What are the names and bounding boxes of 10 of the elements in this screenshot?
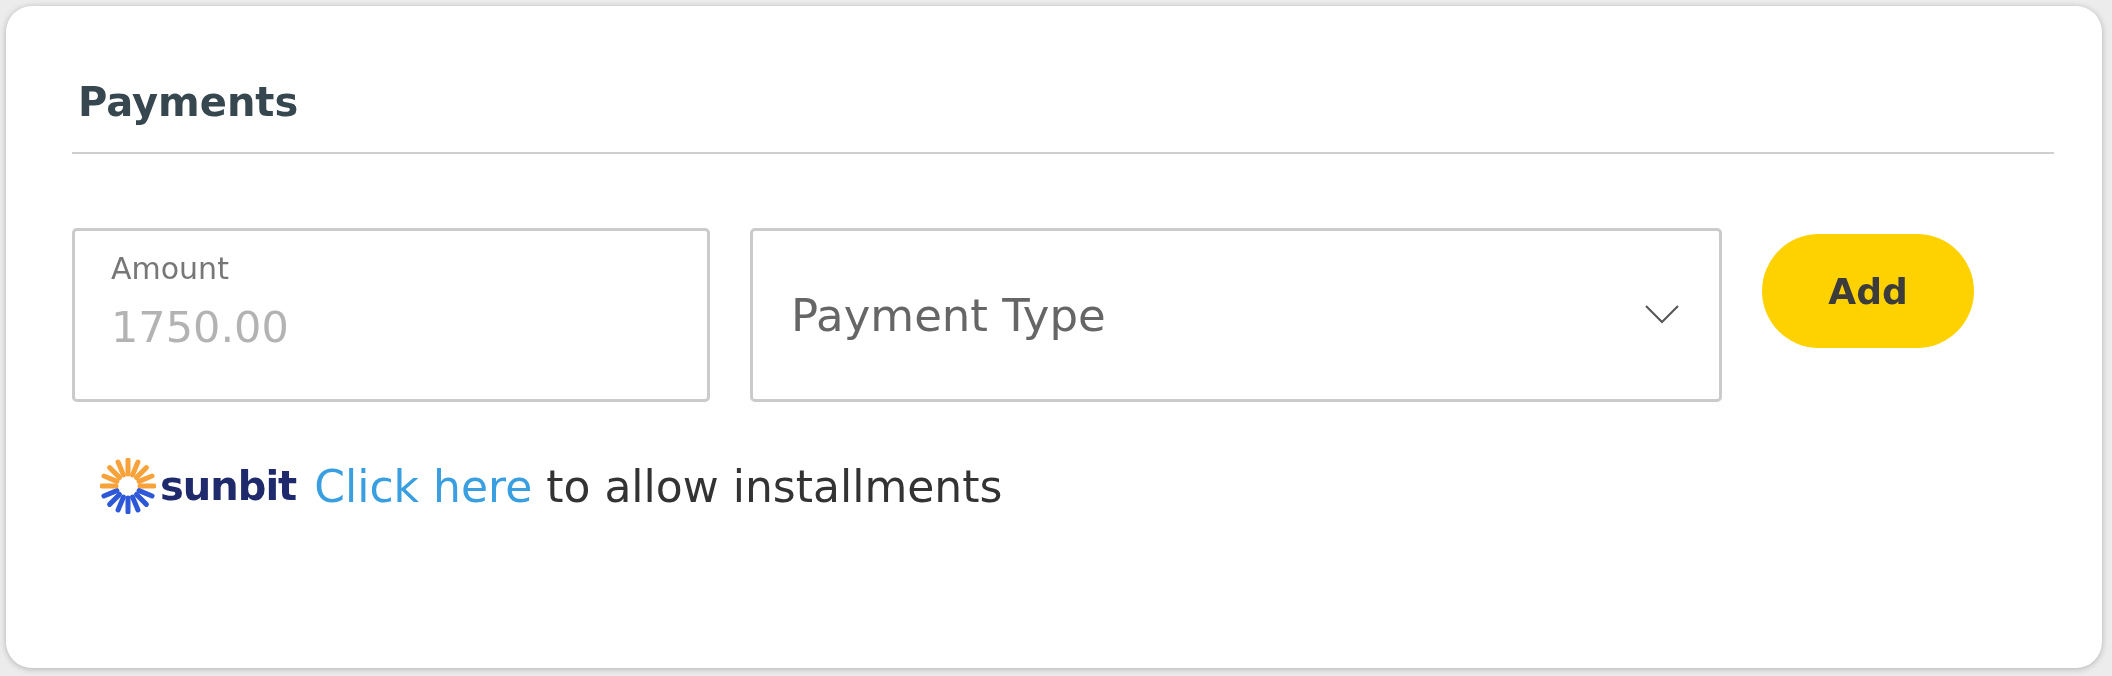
amount-input[interactable]: 1750.00 xyxy=(111,302,671,352)
brand-logo: sunbit xyxy=(160,463,297,509)
installments-text: Click here to allow installments xyxy=(314,460,1003,512)
add-button[interactable]: Add xyxy=(1762,234,1974,348)
click-here-link[interactable]: Click here xyxy=(314,460,533,512)
chevron-down-icon xyxy=(1645,305,1679,325)
sunburst-icon xyxy=(100,458,156,514)
payment-type-dropdown[interactable]: Payment Type xyxy=(750,228,1722,402)
section-title: Payments xyxy=(78,78,299,126)
amount-field[interactable]: Amount 1750.00 xyxy=(72,228,710,402)
